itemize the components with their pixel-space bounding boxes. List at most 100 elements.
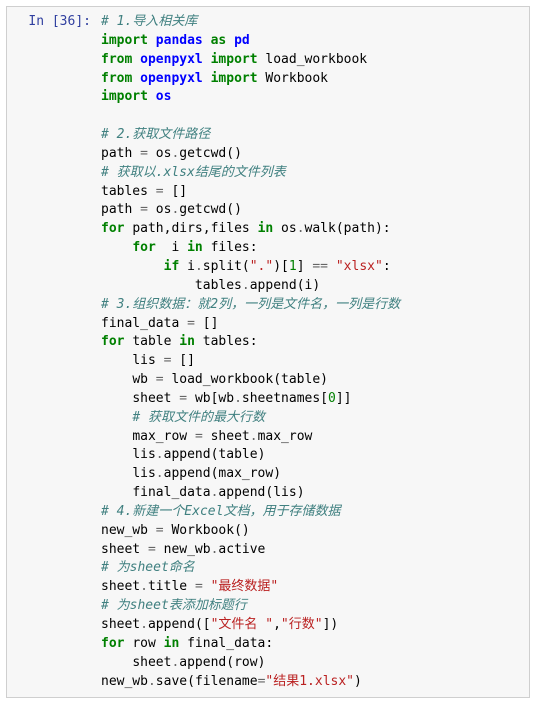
code-token: . xyxy=(156,447,164,462)
code-token: sheet xyxy=(101,617,140,632)
code-token: # 1.导入相关库 xyxy=(101,14,197,29)
code-token: append xyxy=(164,466,211,481)
code-token: , xyxy=(203,221,211,236)
code-token: # 为sheet命名 xyxy=(101,560,195,575)
code-token: lis xyxy=(132,466,155,481)
code-token: ) xyxy=(273,466,281,481)
code-token: 0 xyxy=(328,391,336,406)
code-token: ) xyxy=(312,278,320,293)
code-token: : xyxy=(250,334,258,349)
code-token: # 为sheet表添加标题行 xyxy=(101,598,247,613)
code-token: [ xyxy=(320,391,328,406)
code-token: # 4.新建一个Excel文档，用于存储数据 xyxy=(101,504,340,519)
code-token: = xyxy=(156,523,164,538)
code-token: if xyxy=(164,259,180,274)
code-token: = xyxy=(164,353,172,368)
code-token: openpyxl xyxy=(140,71,203,86)
code-token: row xyxy=(234,655,257,670)
code-token: 1 xyxy=(289,259,297,274)
code-token: . xyxy=(140,579,148,594)
code-token: from xyxy=(101,71,132,86)
code-token: sheet xyxy=(132,655,171,670)
code-token: append xyxy=(179,655,226,670)
code-token: wb xyxy=(132,372,148,387)
code-token: = xyxy=(258,674,266,689)
code-token: () xyxy=(234,523,250,538)
code-token: for xyxy=(101,334,124,349)
code-token: sheet xyxy=(101,579,140,594)
code-token: ( xyxy=(187,674,195,689)
code-token: = xyxy=(156,372,164,387)
code-token: = xyxy=(140,146,148,161)
code-token: getcwd xyxy=(179,146,226,161)
code-token: import xyxy=(211,71,258,86)
code-token: ] xyxy=(297,259,305,274)
code-token: = xyxy=(148,542,156,557)
code-token: path xyxy=(101,146,132,161)
code-token: sheet xyxy=(132,391,171,406)
code-token: "文件名 " xyxy=(211,617,273,632)
code-token: active xyxy=(218,542,265,557)
code-token: # 获取以.xlsx结尾的文件列表 xyxy=(101,165,286,180)
code-token: "最终数据" xyxy=(211,579,279,594)
code-token: "结果1.xlsx" xyxy=(265,674,354,689)
code-token: pd xyxy=(234,33,250,48)
code-token: files xyxy=(211,221,250,236)
code-token: ( xyxy=(226,655,234,670)
code-token: append xyxy=(250,278,297,293)
code-token: max_row xyxy=(218,466,273,481)
code-token: for xyxy=(132,240,155,255)
code-token: ) xyxy=(297,485,305,500)
code-token: lis xyxy=(132,447,155,462)
code-token: for xyxy=(101,636,124,651)
code-token: = xyxy=(140,202,148,217)
code-token: . xyxy=(195,259,203,274)
code-token: tables xyxy=(195,278,242,293)
code-token: in xyxy=(179,334,195,349)
code-token: max_row xyxy=(132,429,187,444)
code-token: filename xyxy=(195,674,258,689)
code-token: walk xyxy=(305,221,336,236)
code-token: os xyxy=(156,89,172,104)
code-token: new_wb xyxy=(164,542,211,557)
code-token: = xyxy=(156,184,164,199)
code-token: ( xyxy=(336,221,344,236)
code-token: ]) xyxy=(323,617,339,632)
code-token: wb xyxy=(218,391,234,406)
code-token: title xyxy=(148,579,187,594)
code-token: split xyxy=(203,259,242,274)
code-token: # 3.组织数据：就2列，一列是文件名，一列是行数 xyxy=(101,297,400,312)
code-token: tables xyxy=(101,184,148,199)
code-token: ) xyxy=(258,655,266,670)
code-token: )[ xyxy=(273,259,289,274)
code-token: () xyxy=(226,202,242,217)
code-token: = xyxy=(195,579,203,594)
code-token: wb xyxy=(195,391,211,406)
code-token: load_workbook xyxy=(171,372,273,387)
code-area[interactable]: # 1.导入相关库 import pandas as pd from openp… xyxy=(101,13,521,691)
code-token: () xyxy=(226,146,242,161)
code-token: i xyxy=(187,259,195,274)
code-token: os xyxy=(156,146,172,161)
code-token: in xyxy=(187,240,203,255)
code-token: table xyxy=(132,334,171,349)
code-token: ) xyxy=(354,674,362,689)
code-token: ( xyxy=(297,278,305,293)
code-token: "xlsx" xyxy=(336,259,383,274)
code-token: [] xyxy=(203,316,219,331)
code-token: for xyxy=(101,221,124,236)
code-token: sheet xyxy=(211,429,250,444)
code-token: openpyxl xyxy=(140,52,203,67)
code-token: i xyxy=(171,240,179,255)
code-token: in xyxy=(258,221,274,236)
code-token: import xyxy=(101,89,148,104)
code-token: append xyxy=(218,485,265,500)
code-token: files xyxy=(211,240,250,255)
code-token: lis xyxy=(132,353,155,368)
code-token: from xyxy=(101,52,132,67)
code-token: : xyxy=(265,636,273,651)
code-token: os xyxy=(156,202,172,217)
code-token: append xyxy=(148,617,195,632)
code-token: ([ xyxy=(195,617,211,632)
code-token: as xyxy=(211,33,227,48)
